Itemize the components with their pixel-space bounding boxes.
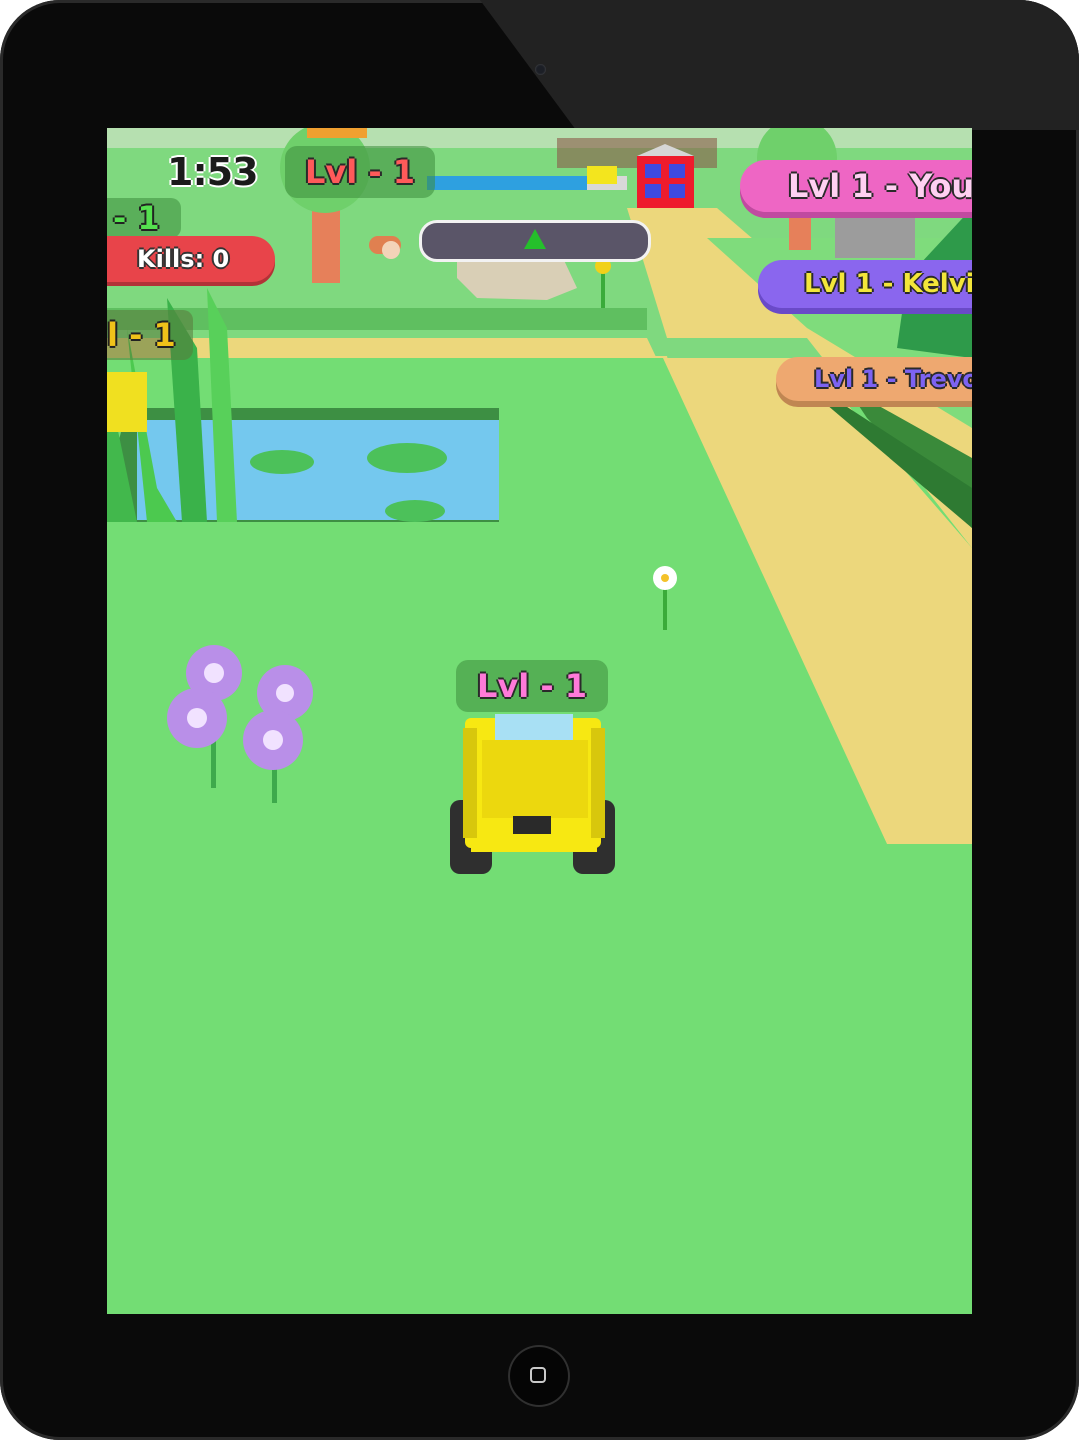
opponent-level-partial-a: - 1 bbox=[107, 198, 181, 238]
tablet-frame: 1:53 Lvl - 1 - 1 Kills: 0 l - 1 Lvl 1 - … bbox=[0, 0, 1079, 1440]
game-screen[interactable]: 1:53 Lvl - 1 - 1 Kills: 0 l - 1 Lvl 1 - … bbox=[107, 128, 972, 1314]
leaderboard-entry-you: Lvl 1 - You bbox=[740, 160, 972, 212]
front-camera bbox=[535, 64, 546, 75]
leaderboard-entry-trevor: Lvl 1 - Trevor bbox=[776, 357, 972, 401]
home-icon bbox=[530, 1367, 546, 1383]
home-button[interactable] bbox=[508, 1345, 570, 1407]
timer: 1:53 bbox=[167, 150, 259, 194]
house-icon bbox=[637, 156, 694, 208]
tree-arrow-icon bbox=[524, 229, 546, 249]
progress-bar bbox=[419, 220, 651, 262]
player-level-badge: Lvl - 1 bbox=[456, 660, 608, 712]
bezel-glare bbox=[480, 0, 1079, 130]
lawnmower-icon bbox=[450, 714, 615, 874]
opponent-level-partial-b: l - 1 bbox=[107, 310, 193, 360]
kills-counter: Kills: 0 bbox=[107, 236, 275, 282]
leaderboard-entry-kelvin: Lvl 1 - Kelvin bbox=[758, 260, 972, 308]
top-level-badge: Lvl - 1 bbox=[285, 146, 435, 198]
